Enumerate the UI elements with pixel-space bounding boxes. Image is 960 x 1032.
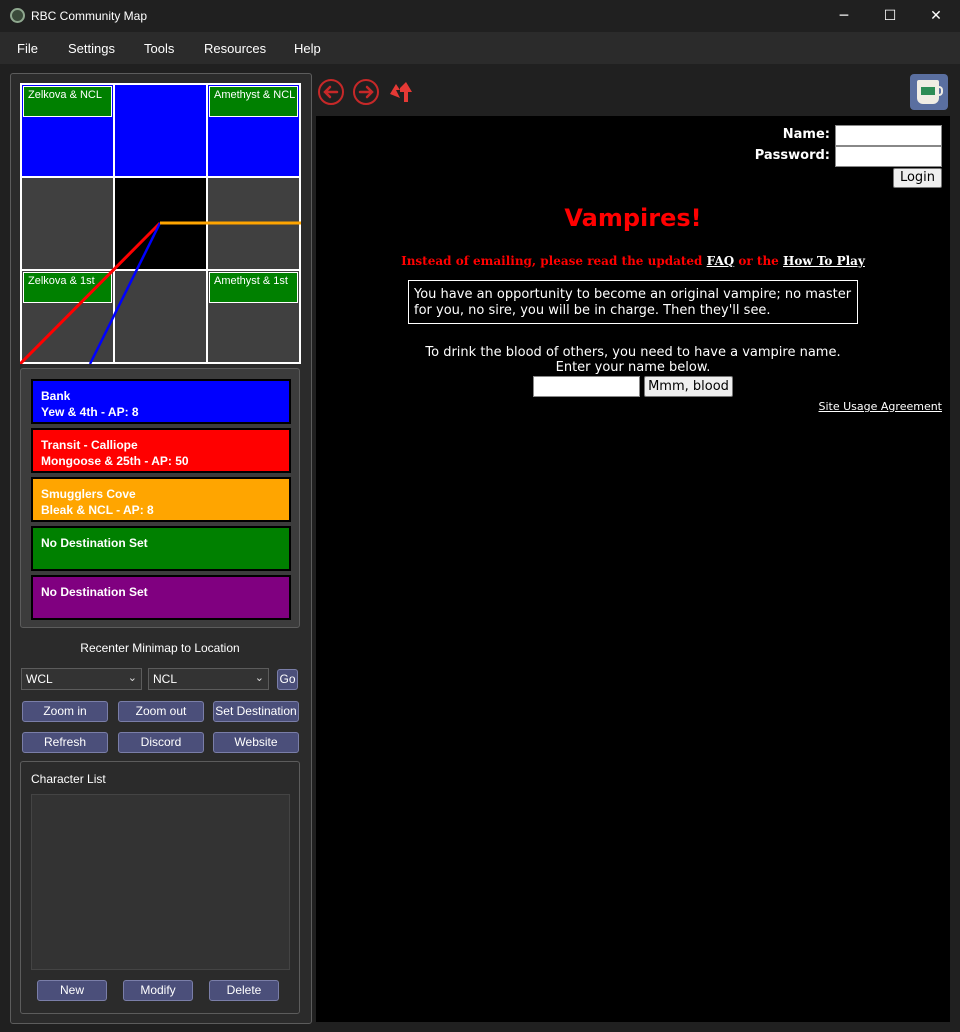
name-label: Name: — [782, 127, 830, 142]
window-title: RBC Community Map — [31, 9, 148, 23]
destination-detail: Yew & 4th - AP: 8 — [41, 405, 139, 419]
reload-icon[interactable] — [386, 78, 414, 106]
chevron-down-icon: ⌄ — [127, 671, 137, 684]
notice-text: Instead of emailing, please read the upd… — [316, 254, 950, 268]
street-a-value: WCL — [26, 672, 53, 686]
login-button[interactable]: Login — [893, 168, 942, 188]
discord-button[interactable]: Discord — [118, 732, 204, 753]
menu-bar: File Settings Tools Resources Help — [0, 32, 960, 64]
destination-slot-4[interactable]: No Destination Set — [31, 526, 291, 571]
recenter-label: Recenter Minimap to Location — [80, 641, 240, 655]
name-input[interactable] — [835, 125, 942, 146]
zoom-out-button[interactable]: Zoom out — [118, 701, 204, 722]
destination-slot-5[interactable]: No Destination Set — [31, 575, 291, 620]
prompt-line-2: Enter your name below. — [555, 360, 711, 375]
vampire-name-prompt: To drink the blood of others, you need t… — [316, 345, 950, 375]
maximize-button[interactable]: ☐ — [867, 0, 913, 32]
zoom-in-button[interactable]: Zoom in — [22, 701, 108, 722]
route-lines — [20, 221, 301, 364]
refresh-button[interactable]: Refresh — [22, 732, 108, 753]
forward-icon[interactable] — [352, 78, 380, 106]
destination-detail: Mongoose & 25th - AP: 50 — [41, 454, 189, 468]
character-list-title: Character List — [31, 772, 106, 786]
close-button[interactable]: ✕ — [913, 0, 959, 32]
mug-body — [917, 80, 939, 104]
destination-name: Bank — [41, 389, 71, 403]
chevron-down-icon: ⌄ — [254, 671, 264, 684]
faq-link[interactable]: FAQ — [707, 254, 735, 268]
go-button[interactable]: Go — [277, 669, 298, 690]
destination-name: No Destination Set — [41, 585, 148, 599]
vampire-name-input[interactable] — [533, 376, 640, 397]
password-label: Password: — [754, 148, 830, 163]
street-b-value: NCL — [153, 672, 178, 686]
page-title: Vampires! — [564, 204, 702, 232]
notice-before: Instead of emailing, please read the upd… — [401, 254, 707, 268]
street-b-select[interactable]: NCL ⌄ — [148, 668, 269, 690]
coffee-mug-icon[interactable] — [910, 74, 948, 110]
destination-list: Bank Yew & 4th - AP: 8 Transit - Calliop… — [20, 368, 300, 628]
character-list-group: Character List New Modify Delete — [20, 761, 300, 1014]
destination-name: Smugglers Cove — [41, 487, 136, 501]
modify-character-button[interactable]: Modify — [123, 980, 193, 1001]
character-list[interactable] — [31, 794, 290, 970]
destination-slot-2[interactable]: Transit - Calliope Mongoose & 25th - AP:… — [31, 428, 291, 473]
how-to-play-link[interactable]: How To Play — [783, 254, 865, 268]
back-icon[interactable] — [317, 78, 345, 106]
notice-middle: or the — [734, 254, 783, 268]
destination-slot-1[interactable]: Bank Yew & 4th - AP: 8 — [31, 379, 291, 424]
destination-detail: Bleak & NCL - AP: 8 — [41, 503, 154, 517]
app-icon — [10, 8, 25, 23]
menu-resources[interactable]: Resources — [204, 41, 266, 56]
set-destination-button[interactable]: Set Destination — [213, 701, 299, 722]
site-usage-agreement-link[interactable]: Site Usage Agreement — [819, 400, 942, 413]
new-character-button[interactable]: New — [37, 980, 107, 1001]
minimize-button[interactable]: ─ — [821, 0, 867, 32]
title-bar: RBC Community Map ─ ☐ ✕ — [0, 0, 960, 32]
intro-box: You have an opportunity to become an ori… — [408, 280, 858, 324]
destination-name: No Destination Set — [41, 536, 148, 550]
destination-slot-3[interactable]: Smugglers Cove Bleak & NCL - AP: 8 — [31, 477, 291, 522]
delete-character-button[interactable]: Delete — [209, 980, 279, 1001]
destination-name: Transit - Calliope — [41, 438, 138, 452]
mmm-blood-button[interactable]: Mmm, blood — [644, 376, 733, 397]
route-line-blue — [88, 222, 162, 364]
menu-tools[interactable]: Tools — [144, 41, 174, 56]
mug-handle — [937, 86, 943, 96]
menu-help[interactable]: Help — [294, 41, 321, 56]
website-button[interactable]: Website — [213, 732, 299, 753]
prompt-line-1: To drink the blood of others, you need t… — [425, 345, 841, 360]
street-a-select[interactable]: WCL ⌄ — [21, 668, 142, 690]
menu-file[interactable]: File — [17, 41, 38, 56]
embedded-browser: Name: Password: Login Vampires! Instead … — [316, 116, 950, 1022]
minimap[interactable]: Zelkova & NCL Amethyst & NCL Zelkova & 1… — [20, 83, 301, 364]
route-line-red — [20, 221, 162, 364]
password-input[interactable] — [835, 146, 942, 167]
menu-settings[interactable]: Settings — [68, 41, 115, 56]
